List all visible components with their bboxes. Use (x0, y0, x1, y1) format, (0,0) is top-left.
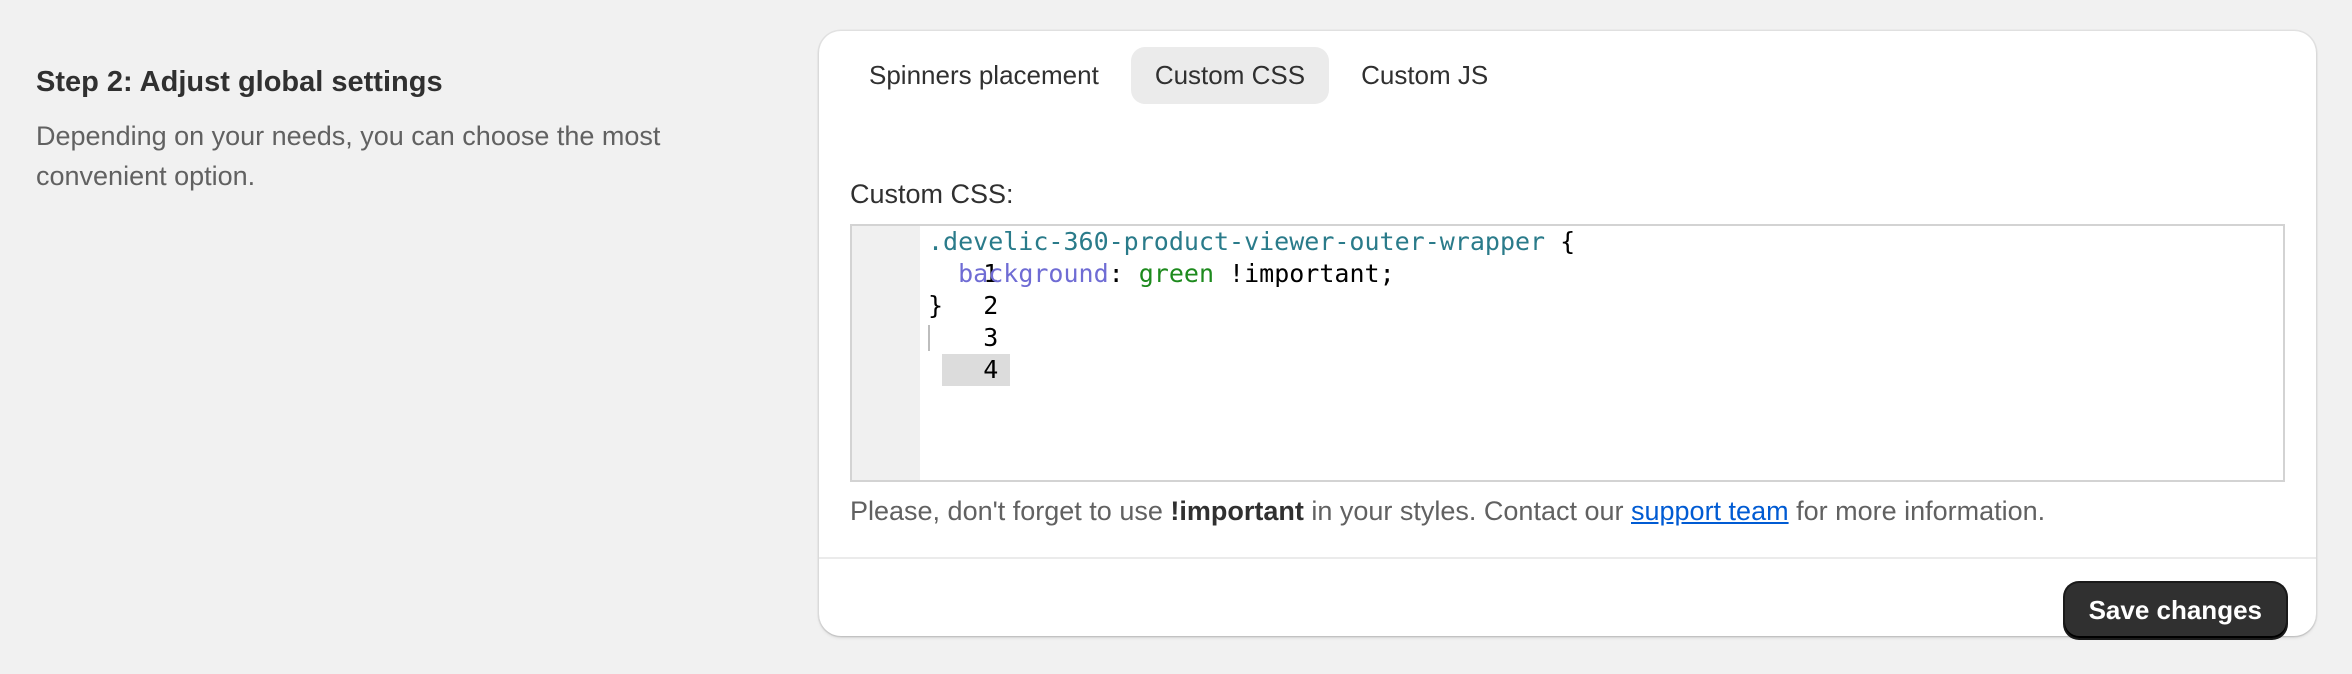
code-value: green (1138, 259, 1214, 288)
tab-bar: Spinners placement Custom CSS Custom JS (845, 47, 1512, 104)
code-colon: : (1108, 259, 1139, 288)
help-middle: in your styles. Contact our (1303, 496, 1631, 526)
section-description: Depending on your needs, you can choose … (36, 121, 661, 191)
tab-custom-css[interactable]: Custom CSS (1130, 47, 1330, 104)
tab-custom-js[interactable]: Custom JS (1337, 47, 1512, 104)
code-selector: .develic-360-product-viewer-outer-wrappe… (928, 227, 1546, 256)
code-brace-open: { (1545, 227, 1576, 256)
tab-spinners-placement[interactable]: Spinners placement (845, 47, 1123, 104)
code-important: !important; (1214, 259, 1395, 288)
help-important: !important (1170, 496, 1304, 526)
section-intro: Step 2: Adjust global settings Depending… (36, 62, 756, 196)
text-cursor (928, 325, 930, 351)
save-changes-button[interactable]: Save changes (2064, 583, 2286, 638)
settings-card: Spinners placement Custom CSS Custom JS … (819, 31, 2316, 638)
code-brace-close: } (928, 291, 944, 320)
line-number: 4 (942, 354, 1011, 386)
code-text: } (928, 290, 943, 322)
card-divider (819, 557, 2316, 559)
code-line-4: 4 (852, 322, 2283, 386)
code-text: background: green !important; (928, 258, 1395, 290)
code-line-1: 1 .develic-360-product-viewer-outer-wrap… (852, 226, 2283, 288)
code-text: .develic-360-product-viewer-outer-wrappe… (928, 226, 1575, 258)
section-title: Step 2: Adjust global settings (36, 66, 443, 98)
code-line-2: 2 background: green !important; (852, 258, 2283, 320)
help-text: Please, don't forget to use !important i… (850, 496, 2045, 527)
custom-css-label: Custom CSS: (850, 179, 1014, 209)
code-property: background (958, 259, 1109, 288)
help-suffix: for more information. (1788, 496, 2046, 526)
support-team-link[interactable]: support team (1631, 496, 1789, 526)
code-line-3: 3 } (852, 290, 2283, 352)
css-code-editor[interactable]: 1 .develic-360-product-viewer-outer-wrap… (850, 224, 2285, 482)
help-prefix: Please, don't forget to use (850, 496, 1171, 526)
